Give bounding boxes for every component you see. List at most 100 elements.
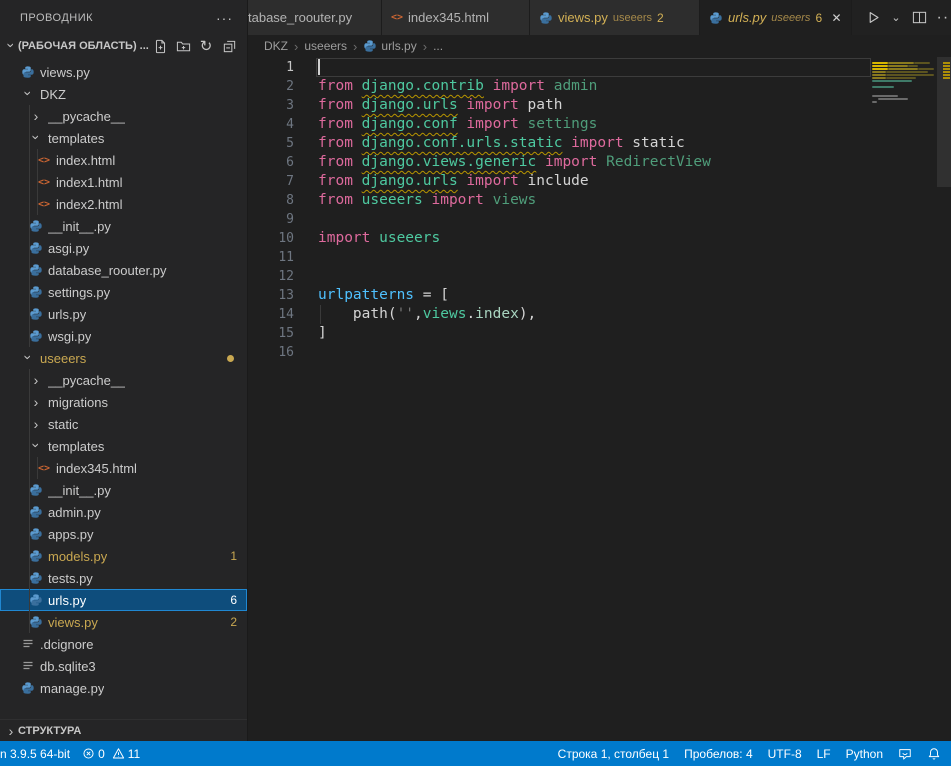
tree-item-label: settings.py xyxy=(48,285,110,300)
line-number: 2 xyxy=(248,77,294,96)
tree-folder-templates[interactable]: ›templates xyxy=(0,435,247,457)
tree-file-settings-py[interactable]: settings.py xyxy=(0,281,247,303)
tab-problems-badge: 2 xyxy=(657,11,664,25)
tree-folder-dkz[interactable]: ›DKZ xyxy=(0,83,247,105)
outline-section-header[interactable]: › СТРУКТУРА xyxy=(0,719,247,741)
python-icon xyxy=(29,241,43,255)
overview-ruler-warning-mark xyxy=(943,77,950,79)
minimap-line-mark xyxy=(872,77,886,79)
status-left: n 3.9.5 64-bit 0 11 xyxy=(0,747,144,761)
new-file-icon[interactable] xyxy=(152,38,168,54)
status-eol-selector[interactable]: LF xyxy=(817,747,831,761)
tree-folder-useeers[interactable]: ›useeers xyxy=(0,347,247,369)
tree-item-label: views.py xyxy=(48,615,98,630)
python-interpreter[interactable]: n 3.9.5 64-bit xyxy=(0,747,70,761)
line-number: 8 xyxy=(248,191,294,210)
folder-chevron: › xyxy=(28,438,44,454)
tab-label: tabase_roouter.py xyxy=(248,10,352,25)
tree-file-views-py[interactable]: views.py2 xyxy=(0,611,247,633)
breadcrumb-item[interactable]: urls.py xyxy=(363,39,416,53)
code-line-12: 12 xyxy=(248,267,951,286)
folder-chevron: › xyxy=(28,108,44,124)
tab-views-py[interactable]: views.pyuseeers2 xyxy=(530,0,700,35)
breadcrumb-item[interactable]: useeers xyxy=(304,39,347,53)
status-encoding[interactable]: UTF-8 xyxy=(768,747,802,761)
tree-item-label: migrations xyxy=(48,395,108,410)
tree-folder-migrations[interactable]: › migrations xyxy=(0,391,247,413)
line-number: 4 xyxy=(248,115,294,134)
tree-file-asgi-py[interactable]: asgi.py xyxy=(0,237,247,259)
tree-folder--pycache-[interactable]: ›__pycache__ xyxy=(0,105,247,127)
file-tree: views.py›DKZ›__pycache__›templates<>inde… xyxy=(0,57,247,719)
indent-guide xyxy=(320,305,321,324)
chevron-down-icon: › xyxy=(21,350,37,364)
feedback-icon[interactable] xyxy=(898,747,912,761)
new-folder-icon[interactable] xyxy=(175,38,191,54)
collapse-all-icon[interactable] xyxy=(221,38,237,54)
folder-chevron: › xyxy=(28,416,44,432)
folder-chevron: › xyxy=(28,394,44,410)
tree-file-tests-py[interactable]: tests.py xyxy=(0,567,247,589)
tree-file-database-roouter-py[interactable]: database_roouter.py xyxy=(0,259,247,281)
tree-item-label: __init__.py xyxy=(48,219,111,234)
minimap-line-mark xyxy=(872,65,888,67)
tree-item-label: urls.py xyxy=(48,307,86,322)
minimap-line-mark xyxy=(878,98,908,100)
tree-file-apps-py[interactable]: apps.py xyxy=(0,523,247,545)
tree-folder-static[interactable]: ›static xyxy=(0,413,247,435)
tree-item-label: index1.html xyxy=(56,175,122,190)
tree-item-label: apps.py xyxy=(48,527,94,542)
tree-file-admin-py[interactable]: admin.py xyxy=(0,501,247,523)
chevron-right-icon: › xyxy=(29,108,43,124)
tree-item-label: .dcignore xyxy=(40,637,93,652)
tab-index345-html[interactable]: <>index345.html xyxy=(382,0,530,35)
tree-item-label: admin.py xyxy=(48,505,101,520)
tree-file-db-sqlite3[interactable]: db.sqlite3 xyxy=(0,655,247,677)
refresh-icon[interactable]: ↻ xyxy=(198,38,214,54)
tree-file--init-py[interactable]: __init__.py xyxy=(0,215,247,237)
line-number: 5 xyxy=(248,134,294,153)
tree-file-urls-py[interactable]: urls.py xyxy=(0,303,247,325)
breadcrumb-item[interactable]: DKZ xyxy=(264,39,288,53)
minimap[interactable] xyxy=(872,57,937,741)
code-editor[interactable]: 12from django.contrib import admin3from … xyxy=(248,57,951,741)
outline-section-label: СТРУКТУРА xyxy=(18,725,81,737)
status-cursor-position[interactable]: Строка 1, столбец 1 xyxy=(558,747,669,761)
line-number: 11 xyxy=(248,248,294,267)
workspace-section-header[interactable]: › (РАБОЧАЯ ОБЛАСТЬ) ... ↻ xyxy=(0,35,247,57)
tree-file-wsgi-py[interactable]: wsgi.py xyxy=(0,325,247,347)
status-bar: n 3.9.5 64-bit 0 11 Строка 1, столбец 1 П… xyxy=(0,741,951,766)
tree-file-urls-py[interactable]: urls.py6 xyxy=(0,589,247,611)
more-actions-icon[interactable]: ··· xyxy=(937,9,951,27)
editor-group: tabase_roouter.py<>index345.htmlviews.py… xyxy=(248,0,951,741)
code-line-16: 16 xyxy=(248,343,951,362)
tree-file--dcignore[interactable]: .dcignore xyxy=(0,633,247,655)
line-number: 9 xyxy=(248,210,294,229)
tab-directory-hint: useeers xyxy=(613,12,652,24)
python-icon xyxy=(29,505,43,519)
tree-file-models-py[interactable]: models.py1 xyxy=(0,545,247,567)
tree-file--init-py[interactable]: __init__.py xyxy=(0,479,247,501)
editor-scrollbar[interactable] xyxy=(937,57,951,741)
run-button[interactable] xyxy=(864,9,882,27)
breadcrumb-item[interactable]: ... xyxy=(433,39,443,53)
tab-tabase-roouter-py[interactable]: tabase_roouter.py xyxy=(248,0,382,35)
tab-urls-py[interactable]: urls.pyuseeers6✕ xyxy=(700,0,852,35)
chevron-down-icon: › xyxy=(4,38,20,52)
split-editor-button[interactable] xyxy=(910,9,928,27)
run-dropdown-icon[interactable]: ⌄ xyxy=(891,9,901,27)
tree-folder-templates[interactable]: ›templates xyxy=(0,127,247,149)
status-language-mode[interactable]: Python xyxy=(846,747,883,761)
problems-indicator[interactable]: 0 11 xyxy=(82,747,144,761)
line-number: 1 xyxy=(248,58,294,77)
explorer-more-icon[interactable]: ··· xyxy=(216,10,233,26)
notifications-bell-icon[interactable] xyxy=(927,747,941,761)
tree-folder--pycache-[interactable]: ›__pycache__ xyxy=(0,369,247,391)
html-icon: <> xyxy=(391,12,403,23)
tree-file-views-py[interactable]: views.py xyxy=(0,61,247,83)
breadcrumb-label: urls.py xyxy=(381,39,416,53)
close-icon[interactable]: ✕ xyxy=(831,11,842,25)
tree-file-manage-py[interactable]: manage.py xyxy=(0,677,247,699)
python-icon xyxy=(29,615,43,629)
status-indentation[interactable]: Пробелов: 4 xyxy=(684,747,753,761)
